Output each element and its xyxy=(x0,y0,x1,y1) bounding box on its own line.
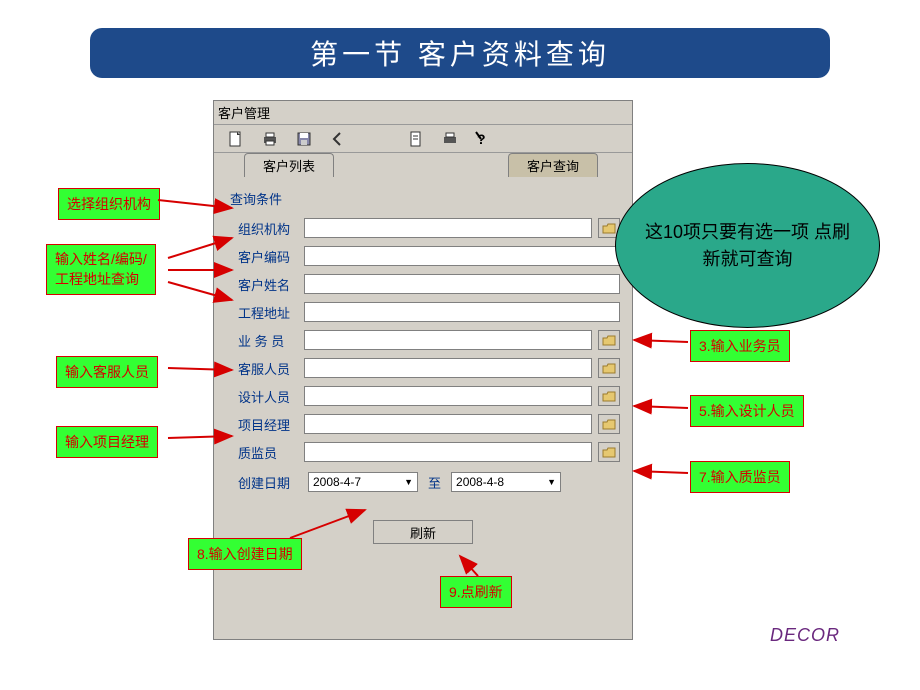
input-org[interactable] xyxy=(304,218,592,238)
tab-customer-query[interactable]: 客户查询 xyxy=(508,153,598,177)
arrow xyxy=(634,406,688,408)
row-qc: 质监员 xyxy=(214,438,632,466)
arrow xyxy=(634,340,688,342)
refresh-button[interactable]: 刷新 xyxy=(373,520,473,544)
input-service[interactable] xyxy=(304,358,592,378)
date-separator: 至 xyxy=(428,473,441,492)
tab-customer-list[interactable]: 客户列表 xyxy=(244,153,334,177)
new-icon[interactable] xyxy=(226,129,246,149)
svg-text:?: ? xyxy=(477,131,486,147)
callout-designer: 5.输入设计人员 xyxy=(690,395,804,427)
fieldset-label: 查询条件 xyxy=(214,189,632,214)
toolbar: ? xyxy=(214,125,632,153)
date-from-value: 2008-4-7 xyxy=(313,475,361,489)
arrow xyxy=(634,471,688,473)
row-designer: 设计人员 xyxy=(214,382,632,410)
help-icon[interactable]: ? xyxy=(474,129,494,149)
decor-brand: DECOR xyxy=(770,625,840,646)
label-create-date: 创建日期 xyxy=(238,473,298,492)
label-customer-name: 客户姓名 xyxy=(238,275,298,294)
callout-create-date: 8.输入创建日期 xyxy=(188,538,302,570)
input-project-addr[interactable] xyxy=(304,302,620,322)
callout-pm: 输入项目经理 xyxy=(56,426,158,458)
row-customer-name: 客户姓名 xyxy=(214,270,632,298)
callout-salesman: 3.输入业务员 xyxy=(690,330,790,362)
callout-line2: 工程地址查询 xyxy=(55,271,139,287)
date-from-picker[interactable]: 2008-4-7 ▼ xyxy=(308,472,418,492)
callout-qc: 7.输入质监员 xyxy=(690,461,790,493)
save-icon[interactable] xyxy=(294,129,314,149)
window-title: 客户管理 xyxy=(214,101,632,125)
row-pm: 项目经理 xyxy=(214,410,632,438)
input-pm[interactable] xyxy=(304,414,592,434)
row-project-addr: 工程地址 xyxy=(214,298,632,326)
input-qc[interactable] xyxy=(304,442,592,462)
ellipse-text: 这10项只要有选一项 点刷新就可查询 xyxy=(640,219,855,273)
label-salesman: 业 务 员 xyxy=(238,331,298,350)
date-to-value: 2008-4-8 xyxy=(456,475,504,489)
tab-strip: 客户列表 客户查询 xyxy=(214,153,632,177)
row-org: 组织机构 xyxy=(214,214,632,242)
salesman-picker-button[interactable] xyxy=(598,330,620,350)
input-customer-code[interactable] xyxy=(304,246,620,266)
label-customer-code: 客户编码 xyxy=(238,247,298,266)
designer-picker-button[interactable] xyxy=(598,386,620,406)
print-icon[interactable] xyxy=(260,129,280,149)
row-salesman: 业 务 员 xyxy=(214,326,632,354)
print2-icon[interactable] xyxy=(440,129,460,149)
service-picker-button[interactable] xyxy=(598,358,620,378)
chevron-down-icon: ▼ xyxy=(547,477,556,487)
instruction-ellipse: 这10项只要有选一项 点刷新就可查询 xyxy=(615,163,880,328)
back-icon[interactable] xyxy=(328,129,348,149)
qc-picker-button[interactable] xyxy=(598,442,620,462)
callout-refresh: 9.点刷新 xyxy=(440,576,512,608)
row-service: 客服人员 xyxy=(214,354,632,382)
label-project-addr: 工程地址 xyxy=(238,303,298,322)
label-service: 客服人员 xyxy=(238,359,298,378)
label-designer: 设计人员 xyxy=(238,387,298,406)
callout-name-code-addr: 输入姓名/编码/ 工程地址查询 xyxy=(46,244,156,295)
label-org: 组织机构 xyxy=(238,219,298,238)
pm-picker-button[interactable] xyxy=(598,414,620,434)
label-qc: 质监员 xyxy=(238,443,298,462)
input-designer[interactable] xyxy=(304,386,592,406)
callout-select-org: 选择组织机构 xyxy=(58,188,160,220)
section-title-bar: 第一节 客户资料查询 xyxy=(90,28,830,78)
callout-service: 输入客服人员 xyxy=(56,356,158,388)
label-pm: 项目经理 xyxy=(238,415,298,434)
date-to-picker[interactable]: 2008-4-8 ▼ xyxy=(451,472,561,492)
input-salesman[interactable] xyxy=(304,330,592,350)
row-create-date: 创建日期 2008-4-7 ▼ 至 2008-4-8 ▼ xyxy=(214,466,632,498)
input-customer-name[interactable] xyxy=(304,274,620,294)
row-customer-code: 客户编码 xyxy=(214,242,632,270)
callout-line1: 输入姓名/编码/ xyxy=(55,251,147,267)
doc-icon[interactable] xyxy=(406,129,426,149)
section-title: 第一节 客户资料查询 xyxy=(310,33,610,73)
query-form: 查询条件 组织机构 客户编码 客户姓名 工程地址 业 务 员 xyxy=(214,177,632,566)
chevron-down-icon: ▼ xyxy=(404,477,413,487)
